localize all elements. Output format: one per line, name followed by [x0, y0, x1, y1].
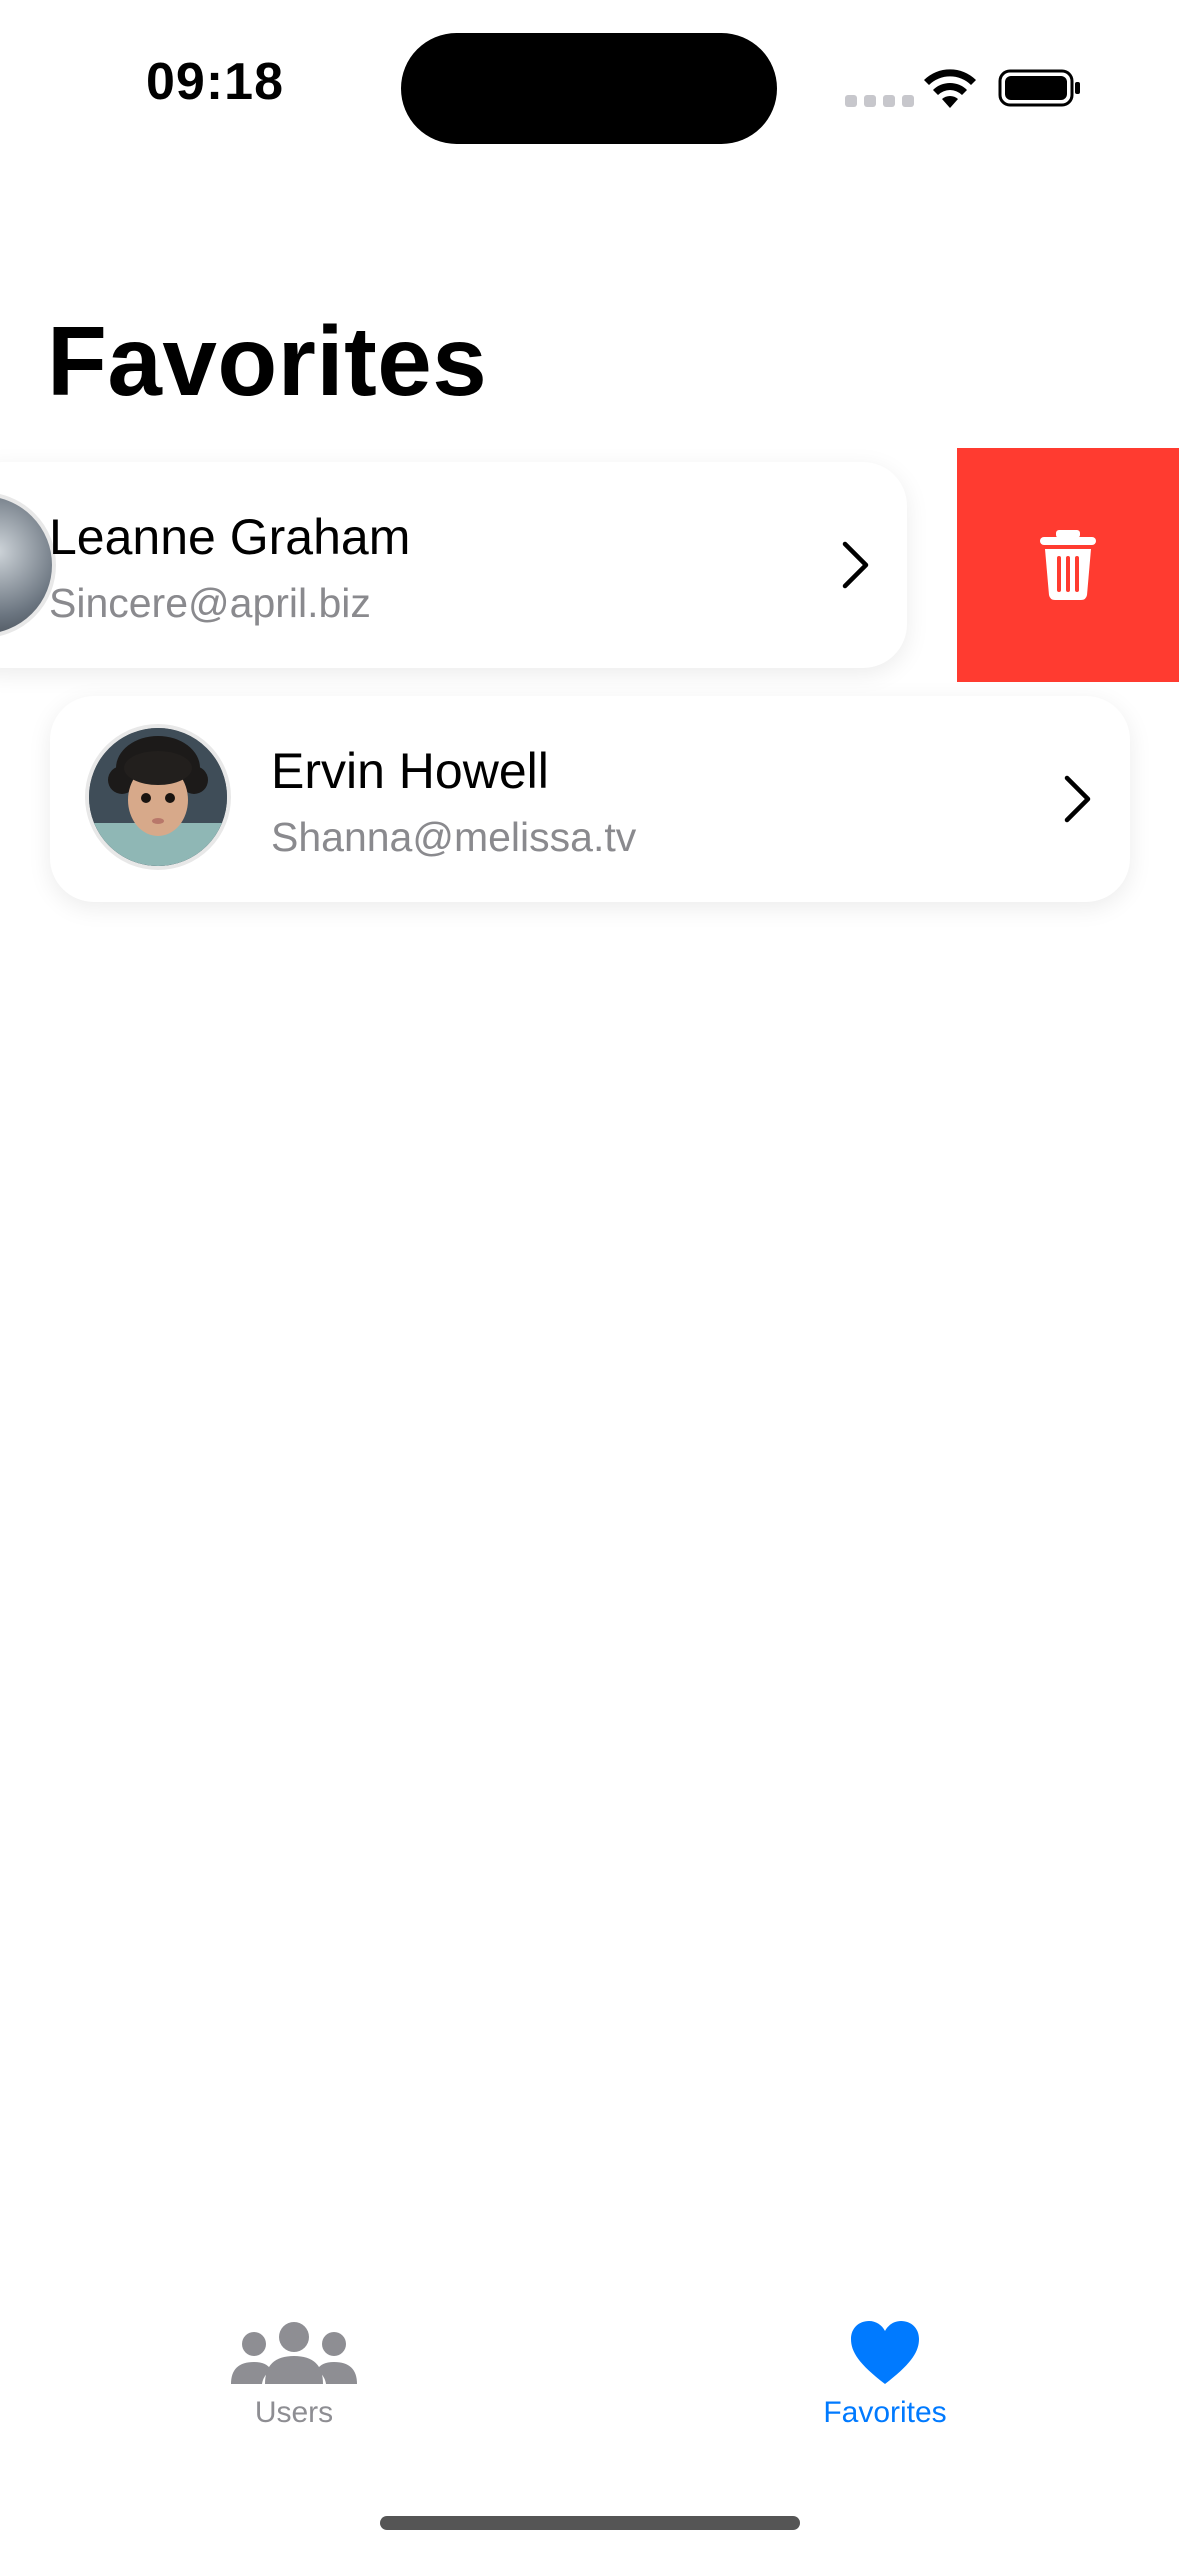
tab-favorites-label: Favorites — [823, 2396, 947, 2429]
status-time: 09:18 — [146, 53, 284, 111]
user-email: Sincere@april.biz — [49, 580, 371, 626]
home-indicator — [380, 2516, 800, 2530]
tab-favorites[interactable]: Favorites — [745, 2320, 1025, 2430]
avatar — [0, 492, 56, 638]
tab-users-label: Users — [254, 2396, 334, 2429]
chevron-right-icon — [1064, 775, 1091, 823]
cellular-signal-icon — [845, 95, 914, 107]
chevron-right-icon — [842, 541, 869, 589]
list-item[interactable]: Leanne Graham Sincere@april.biz — [0, 462, 907, 668]
user-email: Shanna@melissa.tv — [271, 814, 637, 860]
user-name: Ervin Howell — [271, 743, 549, 799]
avatar — [85, 724, 231, 870]
tab-users[interactable]: Users — [154, 2320, 434, 2430]
delete-favorite-button[interactable] — [957, 448, 1179, 682]
list-item[interactable]: Ervin Howell Shanna@melissa.tv — [50, 696, 1130, 902]
child-portrait-image — [89, 728, 227, 866]
battery-icon — [998, 69, 1080, 107]
wifi-icon — [924, 69, 976, 108]
heart-icon — [851, 2321, 919, 2384]
user-name: Leanne Graham — [49, 509, 411, 565]
favorites-screen: 09:18 Favorites Leanne Graham Sincere@ap… — [0, 0, 1179, 2556]
page-title: Favorites — [47, 306, 488, 416]
people-icon — [231, 2322, 357, 2384]
dynamic-island — [401, 33, 777, 144]
trash-icon — [1040, 530, 1096, 600]
